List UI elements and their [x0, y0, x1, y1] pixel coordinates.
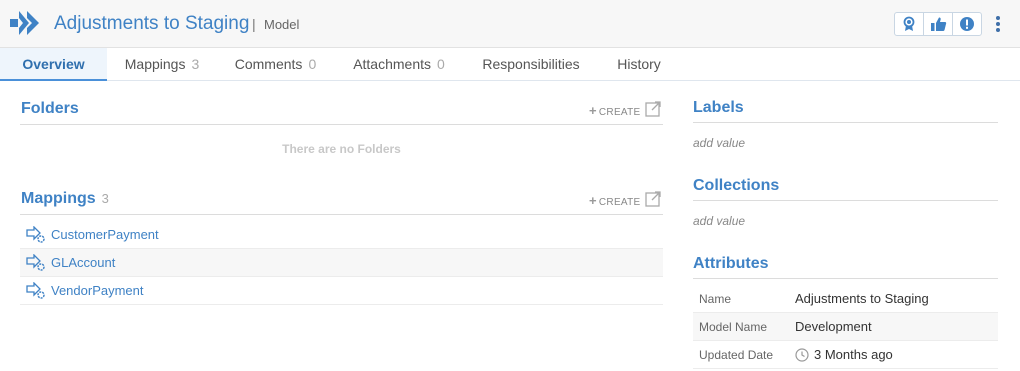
attribute-value[interactable]: Adjustments to Staging: [795, 291, 929, 306]
create-folder-button[interactable]: + CREATE: [589, 103, 641, 118]
mapping-row[interactable]: VendorPayment: [20, 277, 663, 305]
attribute-row-name: Name Adjustments to Staging: [693, 285, 998, 313]
tab-responsibilities[interactable]: Responsibilities: [464, 48, 598, 81]
endorse-button[interactable]: [924, 13, 953, 35]
attribute-key: Name: [699, 291, 732, 306]
thumbs-up-icon: [930, 17, 946, 31]
tab-history[interactable]: History: [598, 48, 680, 81]
mappings-count: 3: [101, 191, 109, 206]
clock-icon: [795, 347, 809, 362]
tab-label: Comments: [234, 56, 303, 72]
tab-label: Overview: [22, 56, 85, 72]
tab-label: Responsibilities: [482, 56, 580, 72]
certify-icon: [903, 16, 915, 31]
more-options-icon[interactable]: [993, 14, 1003, 34]
mapping-icon: [26, 281, 45, 299]
warning-button[interactable]: [953, 13, 981, 35]
mappings-divider: [20, 214, 663, 215]
action-button-group: [894, 12, 982, 36]
tab-count: 0: [308, 56, 317, 72]
mapping-row[interactable]: GLAccount: [20, 249, 663, 277]
collections-add-value[interactable]: add value: [693, 214, 745, 228]
create-label: CREATE: [598, 107, 641, 118]
labels-add-value[interactable]: add value: [693, 136, 745, 150]
mappings-title: Mappings: [21, 190, 96, 207]
tab-attachments[interactable]: Attachments 0: [334, 48, 464, 81]
tab-label: Attachments: [353, 56, 432, 72]
attribute-row-updated-date: Updated Date 3 Months ago: [693, 341, 998, 369]
mapping-row[interactable]: CustomerPayment: [20, 221, 663, 249]
collections-divider: [693, 200, 998, 201]
mapping-icon: [26, 253, 45, 271]
mappings-heading: Mappings 3: [21, 190, 109, 208]
folders-divider: [20, 124, 663, 125]
attribute-key: Updated Date: [699, 347, 774, 362]
create-mapping-button[interactable]: + CREATE: [589, 193, 641, 208]
tab-count: 3: [191, 56, 200, 72]
title-separator: |: [252, 16, 256, 32]
attributes-heading: Attributes: [693, 255, 769, 272]
attribute-row-model-name: Model Name Development: [693, 313, 998, 341]
mapping-link[interactable]: GLAccount: [51, 255, 115, 270]
tab-comments[interactable]: Comments 0: [217, 48, 334, 81]
object-type-label: Model: [264, 17, 300, 32]
collections-heading: Collections: [693, 177, 780, 194]
header-bar: Adjustments to Staging | Model: [0, 0, 1020, 48]
page-title: Adjustments to Staging: [54, 13, 250, 34]
attributes-divider: [693, 278, 998, 279]
tab-mappings[interactable]: Mappings 3: [107, 48, 217, 81]
updated-date-text: 3 Months ago: [814, 347, 893, 362]
create-label: CREATE: [598, 197, 641, 208]
mapping-link[interactable]: VendorPayment: [51, 283, 144, 298]
attribute-value[interactable]: Development: [795, 319, 872, 334]
attribute-key: Model Name: [699, 319, 768, 334]
tab-bar: Overview Mappings 3 Comments 0 Attachments…: [0, 48, 1020, 81]
warning-icon: [960, 17, 974, 31]
external-link-icon[interactable]: [645, 101, 661, 117]
model-logo-icon: [10, 11, 39, 35]
folders-heading: Folders: [21, 100, 79, 117]
labels-heading: Labels: [693, 99, 744, 116]
certify-button[interactable]: [895, 13, 924, 35]
attribute-value: 3 Months ago: [795, 347, 893, 362]
external-link-icon[interactable]: [645, 191, 661, 207]
labels-divider: [693, 122, 998, 123]
tab-label: Mappings: [124, 56, 186, 72]
tab-overview[interactable]: Overview: [0, 48, 107, 81]
tab-count: 0: [437, 56, 445, 72]
tab-label: History: [617, 56, 661, 72]
folders-empty-message: There are no Folders: [282, 142, 401, 156]
mapping-link[interactable]: CustomerPayment: [51, 227, 159, 242]
mapping-icon: [26, 225, 45, 243]
